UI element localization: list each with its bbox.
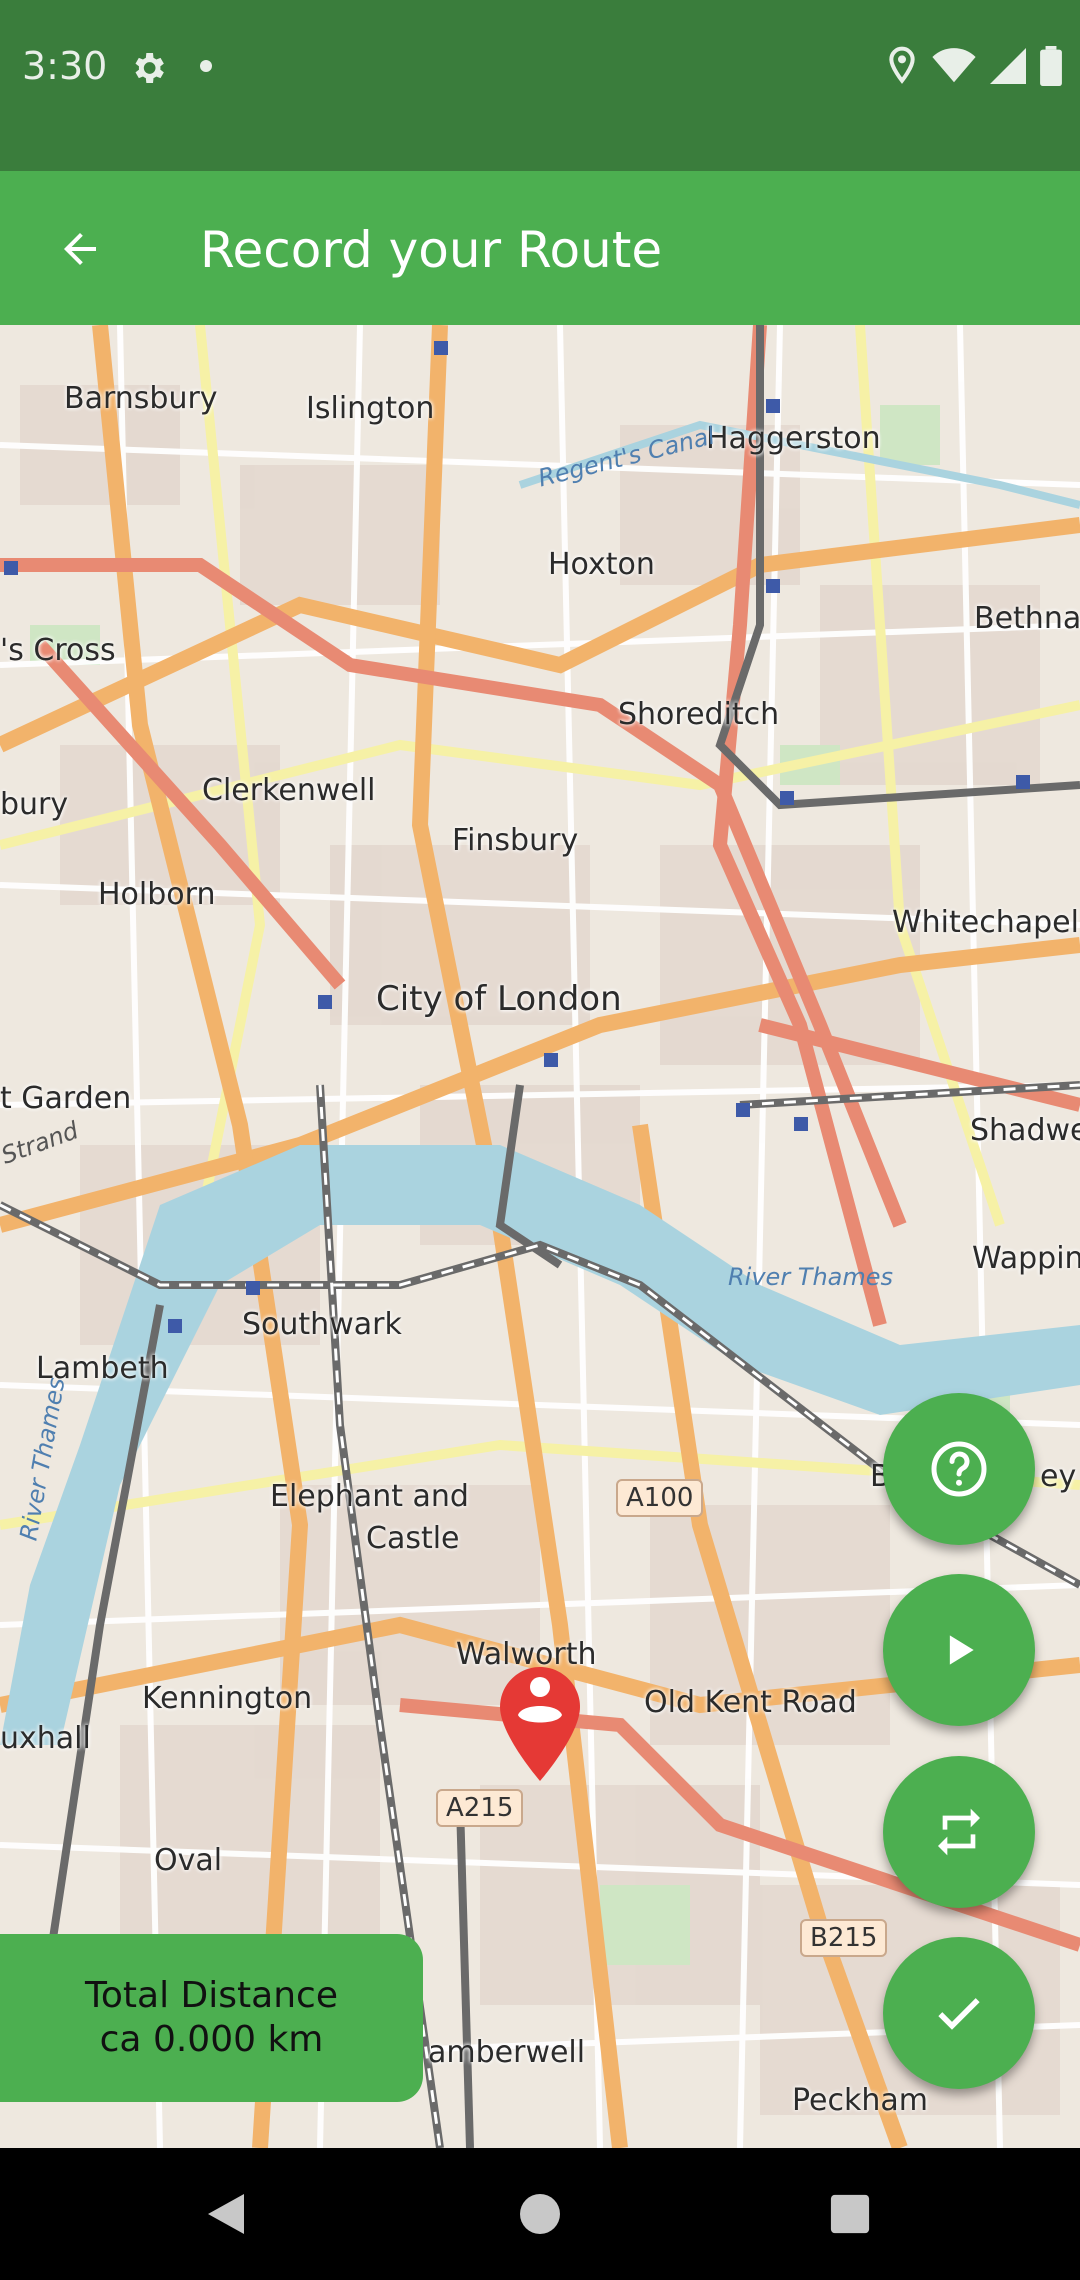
wifi-icon [932, 48, 976, 83]
confirm-button[interactable] [883, 1937, 1035, 2089]
nav-back-button[interactable] [196, 2184, 256, 2244]
check-icon [938, 1998, 980, 2030]
map-label: Oval [154, 1843, 223, 1878]
notification-dot-icon [200, 60, 212, 72]
arrow-left-icon [64, 233, 96, 265]
repeat-button[interactable] [883, 1756, 1035, 1908]
map-label: Whitechapel [892, 905, 1079, 940]
map-label: Kennington [142, 1681, 313, 1716]
map-label: 's Cross [0, 633, 116, 668]
square-recents-icon [830, 2194, 870, 2234]
system-nav-bar [0, 2148, 1080, 2280]
total-distance-panel: Total Distance ca 0.000 km [0, 1934, 423, 2102]
map-label: Barnsbury [64, 381, 218, 416]
map-label: uxhall [0, 1721, 91, 1756]
road-shield: B215 [800, 1919, 888, 1957]
nav-home-button[interactable] [510, 2184, 570, 2244]
map-label: Shadwe [970, 1113, 1080, 1148]
map-label: Haggerston [706, 421, 881, 456]
back-button[interactable] [40, 209, 120, 289]
map-label: Old Kent Road [644, 1685, 857, 1720]
status-icons [886, 46, 1062, 86]
map-label: ey [1040, 1459, 1077, 1494]
water-label: River Thames [728, 1263, 894, 1291]
app-bar: Record your Route [0, 171, 1080, 325]
map-label: amberwell [428, 2035, 586, 2070]
map-label: t Garden [0, 1081, 132, 1116]
map-label: Southwark [242, 1307, 402, 1342]
road-shield: A215 [436, 1789, 524, 1827]
map-label: Bethna [974, 601, 1080, 636]
map-label: Holborn [98, 877, 216, 912]
map-label: Islington [306, 391, 435, 426]
location-marker-icon[interactable] [498, 1665, 582, 1783]
circle-home-icon [520, 2194, 560, 2234]
map-label: Elephant and [270, 1479, 469, 1514]
road-shield: A100 [616, 1479, 704, 1517]
help-circle-icon [931, 1441, 987, 1497]
location-icon [889, 46, 915, 84]
nav-recents-button[interactable] [820, 2184, 880, 2244]
map-label: Peckham [792, 2083, 928, 2118]
map-label: City of London [376, 979, 622, 1019]
map-label: Castle [366, 1521, 460, 1556]
triangle-back-icon [208, 2194, 244, 2234]
total-distance-value: ca 0.000 km [99, 2019, 324, 2060]
map-label: Clerkenwell [202, 773, 376, 808]
battery-icon [1040, 46, 1062, 86]
total-distance-label: Total Distance [85, 1975, 338, 2016]
map-label: Wappin [972, 1241, 1080, 1276]
page-title: Record your Route [200, 221, 663, 279]
play-button[interactable] [883, 1574, 1035, 1726]
help-button[interactable] [883, 1393, 1035, 1545]
repeat-icon [938, 1808, 980, 1856]
signal-icon [990, 48, 1026, 84]
gear-icon [128, 48, 168, 88]
map-label: Shoreditch [618, 697, 780, 732]
map-label: Hoxton [548, 547, 655, 582]
map-label: bury [0, 787, 69, 822]
status-time: 3:30 [22, 44, 108, 88]
map-label: Finsbury [452, 823, 579, 858]
status-bar: 3:30 [0, 0, 1080, 171]
play-icon [949, 1635, 974, 1665]
